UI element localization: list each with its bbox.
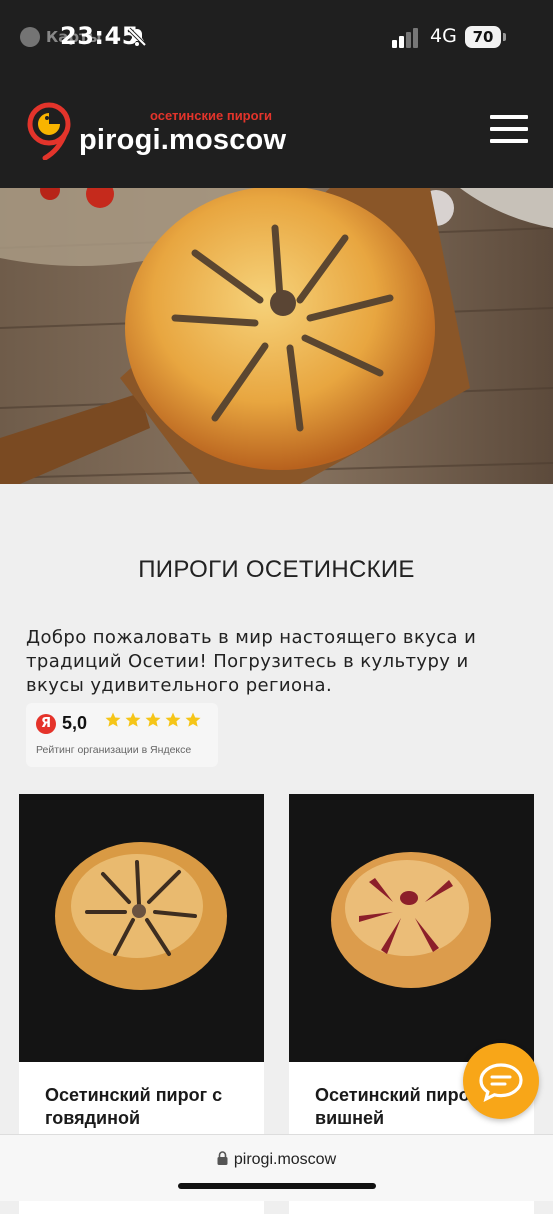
star-icon [145, 712, 161, 727]
app-icon [20, 27, 40, 47]
browser-address-bar[interactable]: pirogi.moscow [0, 1134, 553, 1201]
rating-caption: Рейтинг организации в Яндексе [36, 744, 192, 756]
product-image[interactable] [289, 794, 534, 1062]
yandex-rating-badge[interactable]: Я 5,0 Рейтинг организации в Яндексе [26, 703, 218, 767]
home-indicator[interactable] [178, 1183, 376, 1189]
intro-text: Добро пожаловать в мир настоящего вкуса … [26, 627, 477, 696]
brand-name[interactable]: pirogi.moscow [79, 124, 286, 157]
page-title: ПИРОГИ ОСЕТИНСКИЕ [138, 556, 415, 583]
battery-icon [503, 33, 506, 41]
rating-score: 5,0 [62, 713, 88, 733]
menu-button[interactable] [490, 115, 528, 145]
hero-image [0, 188, 553, 484]
signal-icon [392, 28, 418, 48]
rating-stars [104, 711, 202, 729]
site-header: Карты 23:45 4G 70 осетинские пироги piro… [0, 0, 553, 188]
star-icon [185, 712, 201, 727]
star-icon [105, 712, 121, 727]
url-display[interactable]: pirogi.moscow [0, 1151, 553, 1169]
brand-logo-icon[interactable] [25, 100, 75, 160]
battery-level: 70 [465, 26, 501, 48]
chat-button[interactable] [463, 1043, 539, 1119]
yandex-logo-icon: Я [36, 714, 56, 734]
product-image[interactable] [19, 794, 264, 1062]
brand-tagline: осетинские пироги [150, 108, 272, 123]
bell-muted-icon [127, 27, 147, 47]
star-icon [125, 712, 141, 727]
url-text: pirogi.moscow [233, 1151, 337, 1168]
status-bar: Карты 23:45 4G 70 [0, 0, 553, 76]
chat-icon [479, 1063, 523, 1103]
network-type: 4G [430, 25, 457, 47]
product-name[interactable]: Осетинский пирог с говядиной [45, 1084, 250, 1130]
star-icon [165, 712, 181, 727]
lock-icon [217, 1151, 228, 1165]
